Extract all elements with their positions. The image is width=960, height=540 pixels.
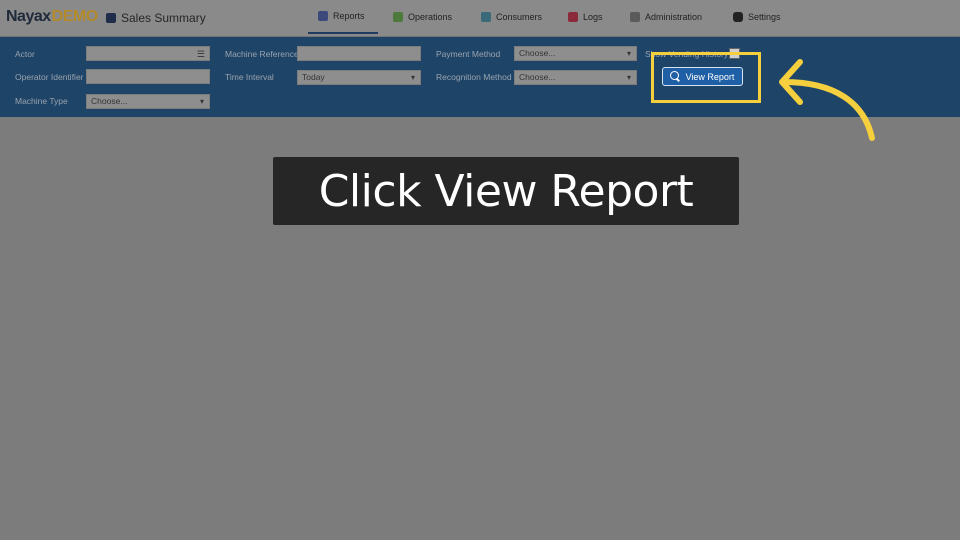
machine-type-value: Choose... <box>91 96 128 106</box>
payment-method-value: Choose... <box>519 48 556 58</box>
machine-type-select[interactable]: Choose... ▾ <box>86 94 210 109</box>
operator-identifier-label: Operator Identifier <box>15 72 84 82</box>
time-interval-value: Today <box>302 72 325 82</box>
recognition-method-label: Recognition Method <box>436 72 512 82</box>
settings-icon <box>733 12 743 22</box>
main-nav: Reports Operations Consumers Logs Admini… <box>308 0 803 36</box>
list-icon[interactable]: ☰ <box>197 48 205 61</box>
top-app-bar: NayaxDEMO Sales Summary Reports Operatio… <box>0 0 960 37</box>
nav-reports[interactable]: Reports <box>308 0 378 34</box>
payment-method-label: Payment Method <box>436 49 501 59</box>
page-title-text: Sales Summary <box>121 11 206 25</box>
nav-settings[interactable]: Settings <box>723 0 803 34</box>
nav-settings-label: Settings <box>748 12 781 22</box>
instruction-banner: Click View Report <box>273 157 739 225</box>
machine-reference-label: Machine Reference <box>225 49 299 59</box>
chevron-down-icon: ▾ <box>199 97 204 106</box>
payment-method-select[interactable]: Choose... ▾ <box>514 46 637 61</box>
machine-type-label: Machine Type <box>15 96 68 106</box>
chevron-down-icon: ▾ <box>626 73 631 82</box>
brand-suffix: DEMO <box>51 8 99 25</box>
actor-label: Actor <box>15 49 35 59</box>
operator-identifier-input[interactable] <box>86 69 210 84</box>
time-interval-select[interactable]: Today ▾ <box>297 70 421 85</box>
chevron-down-icon: ▾ <box>410 73 415 82</box>
recognition-method-value: Choose... <box>519 72 556 82</box>
machine-reference-input[interactable] <box>297 46 421 61</box>
consumers-icon <box>481 12 491 22</box>
nav-consumers[interactable]: Consumers <box>471 0 558 34</box>
nav-reports-label: Reports <box>333 11 365 21</box>
view-report-label: View Report <box>685 71 735 82</box>
recognition-method-select[interactable]: Choose... ▾ <box>514 70 637 85</box>
brand-name: Nayax <box>6 8 51 25</box>
view-report-button[interactable]: View Report <box>662 67 743 86</box>
nav-consumers-label: Consumers <box>496 12 543 22</box>
nav-logs-label: Logs <box>583 12 603 22</box>
nav-logs[interactable]: Logs <box>558 0 620 34</box>
nav-operations-label: Operations <box>408 12 453 22</box>
brand-logo[interactable]: NayaxDEMO <box>6 8 98 26</box>
nav-administration[interactable]: Administration <box>620 0 723 34</box>
nav-operations[interactable]: Operations <box>383 0 471 34</box>
logs-icon <box>568 12 578 22</box>
nav-administration-label: Administration <box>645 12 703 22</box>
page-title: Sales Summary <box>106 11 206 25</box>
chevron-down-icon: ▾ <box>626 49 631 58</box>
operations-icon <box>393 12 403 22</box>
instruction-text: Click View Report <box>318 165 694 217</box>
pointer-arrow-icon <box>779 59 875 141</box>
time-interval-label: Time Interval <box>225 72 274 82</box>
actor-input[interactable]: ☰ <box>86 46 210 61</box>
reports-icon <box>318 11 328 21</box>
report-page-icon <box>106 13 116 23</box>
administration-icon <box>630 12 640 22</box>
search-icon <box>669 71 679 80</box>
